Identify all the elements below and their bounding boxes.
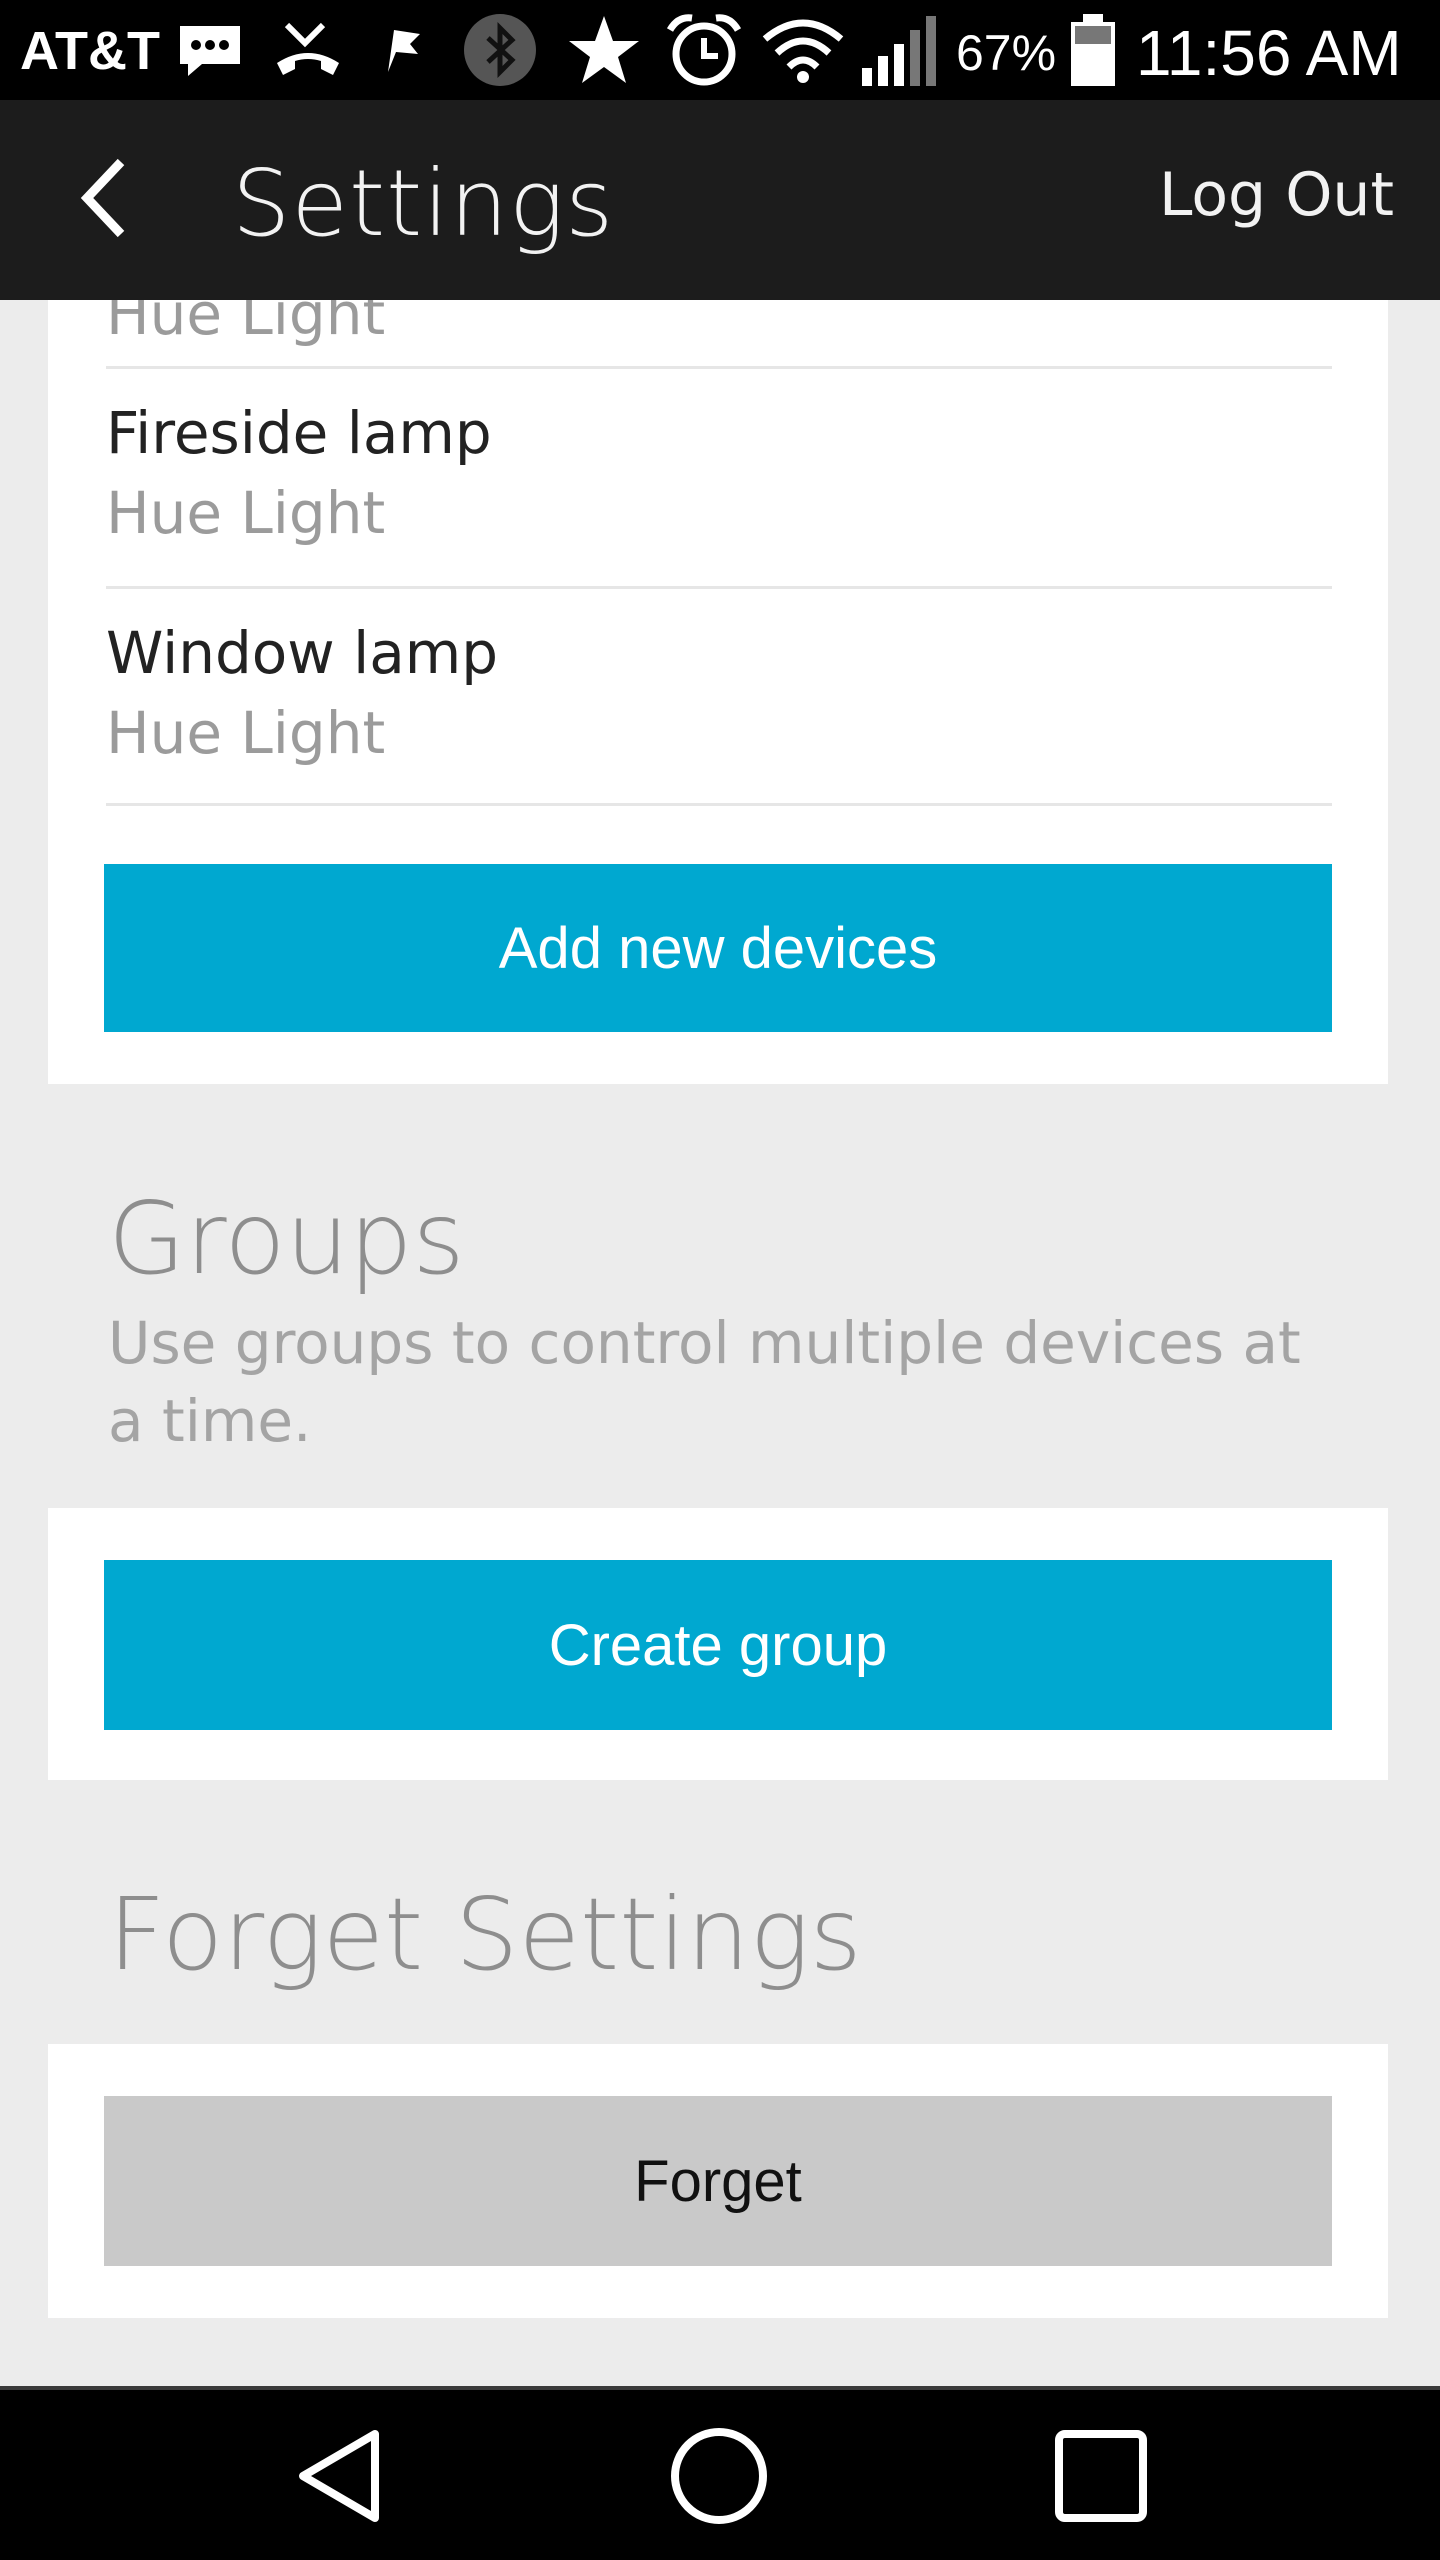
groups-heading: Groups xyxy=(108,1180,465,1297)
back-button[interactable] xyxy=(50,145,160,255)
battery-percent: 67% xyxy=(956,25,1057,81)
device-type: Hue Light xyxy=(106,699,386,767)
carrier-label: AT&T xyxy=(20,21,160,81)
page-title: Settings xyxy=(232,150,615,257)
clock: 11:56 AM xyxy=(1136,17,1402,89)
navigation-bar xyxy=(0,2386,1440,2560)
signal-icon xyxy=(860,14,944,86)
missed-call-icon xyxy=(268,14,348,86)
add-new-devices-button[interactable]: Add new devices xyxy=(104,864,1332,1032)
star-icon xyxy=(564,14,644,86)
list-item[interactable]: Hue Light xyxy=(106,300,1332,369)
nav-back-button[interactable] xyxy=(276,2418,406,2538)
message-icon xyxy=(174,14,246,86)
device-name: Fireside lamp xyxy=(106,399,492,467)
wifi-icon xyxy=(760,14,846,86)
status-bar: AT&T 67% 11:56 AM xyxy=(0,0,1440,100)
device-list: Hue Light Fireside lamp Hue Light Window… xyxy=(0,300,1440,820)
home-circle-icon xyxy=(669,2426,769,2530)
create-group-button[interactable]: Create group xyxy=(104,1560,1332,1730)
forget-button[interactable]: Forget xyxy=(104,2096,1332,2266)
chevron-left-icon xyxy=(75,156,135,244)
nav-recents-button[interactable] xyxy=(1036,2418,1166,2538)
notification-flag-icon xyxy=(376,14,428,86)
list-item[interactable]: Window lamp Hue Light xyxy=(106,589,1332,806)
alarm-icon xyxy=(662,14,746,86)
device-type: Hue Light xyxy=(106,479,386,547)
list-item[interactable]: Fireside lamp Hue Light xyxy=(106,369,1332,589)
recents-square-icon xyxy=(1053,2428,1149,2528)
device-name: Window lamp xyxy=(106,619,499,687)
back-triangle-icon xyxy=(293,2426,389,2530)
device-type: Hue Light xyxy=(106,300,386,348)
groups-description: Use groups to control multiple devices a… xyxy=(108,1309,1301,1455)
battery-icon xyxy=(1066,14,1120,86)
logout-button[interactable]: Log Out xyxy=(1159,160,1394,230)
bluetooth-icon xyxy=(460,14,540,86)
forget-settings-heading: Forget Settings xyxy=(108,1876,862,1993)
app-bar: Settings Log Out xyxy=(0,100,1440,300)
nav-home-button[interactable] xyxy=(654,2418,784,2538)
